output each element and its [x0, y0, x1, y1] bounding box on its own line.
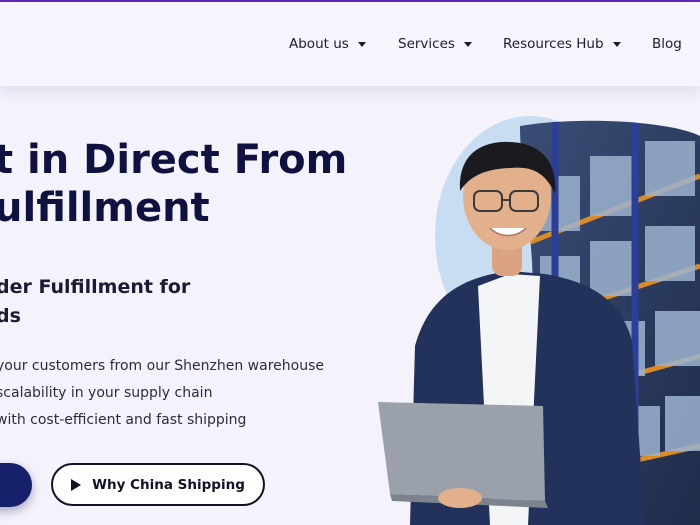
hero-subtitle-line-1: der Fulfillment for	[0, 276, 191, 298]
nav-resources-hub[interactable]: Resources Hub	[503, 36, 621, 52]
logo[interactable]	[0, 36, 4, 54]
hero-title-line-2: ulfillment	[0, 185, 210, 231]
list-item: your customers from our Shenzhen warehou…	[0, 358, 324, 374]
hero-subtitle-line-2: ds	[0, 305, 21, 327]
nav-resources-hub-label: Resources Hub	[503, 36, 604, 52]
hero-image	[378, 116, 700, 525]
nav-services-label: Services	[398, 36, 455, 52]
list-item: scalability in your supply chain	[0, 385, 213, 401]
site-header: About us Services Resources Hub Blog	[0, 2, 700, 86]
nav-blog[interactable]: Blog	[652, 36, 682, 52]
nav-blog-label: Blog	[652, 36, 682, 52]
laptop	[378, 402, 548, 508]
why-china-shipping-button[interactable]: Why China Shipping	[51, 463, 265, 506]
nav-services[interactable]: Services	[398, 36, 472, 52]
primary-cta-button[interactable]	[0, 463, 32, 507]
hero-title: t in Direct From ulfillment	[0, 136, 347, 232]
benefits-list: your customers from our Shenzhen warehou…	[0, 353, 324, 434]
chevron-down-icon	[612, 41, 621, 47]
list-item: with cost-efficient and fast shipping	[0, 412, 247, 428]
hero-title-line-1: t in Direct From	[0, 137, 348, 183]
nav-about-us[interactable]: About us	[289, 36, 366, 52]
chevron-down-icon	[357, 41, 366, 47]
why-china-shipping-label: Why China Shipping	[92, 476, 245, 493]
chevron-down-icon	[463, 41, 472, 47]
play-icon	[71, 478, 82, 491]
nav-about-us-label: About us	[289, 36, 349, 52]
hero-subtitle: der Fulfillment for ds	[0, 273, 190, 331]
